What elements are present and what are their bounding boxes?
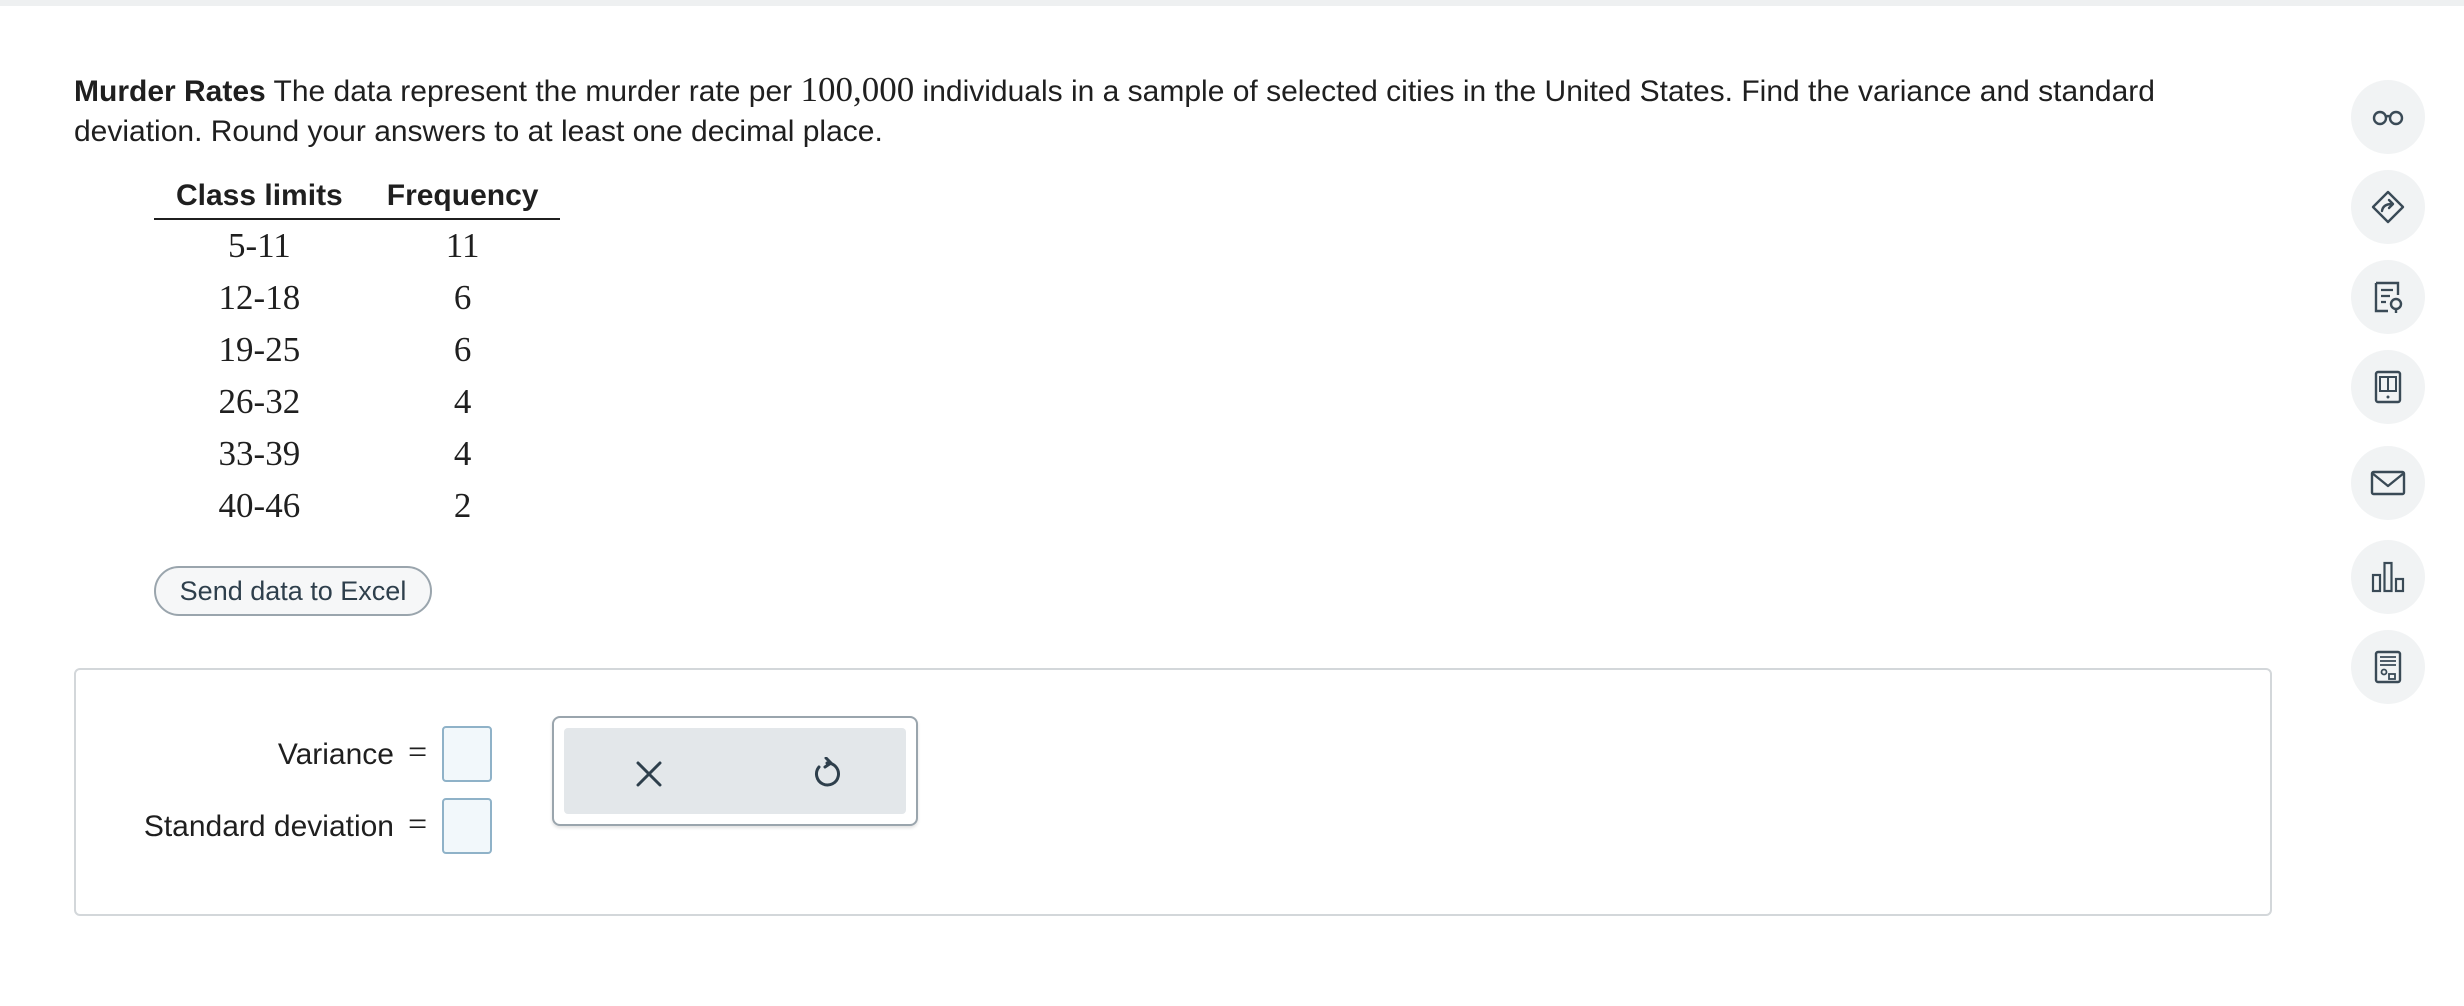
frequency-cell: 4 [453, 382, 472, 421]
header-class-limits: Class limits [154, 172, 365, 220]
variance-equals: = [408, 734, 428, 771]
answer-box: Variance = Standard deviation = [74, 668, 2272, 916]
question-text-before: The data represent the murder rate per [265, 75, 801, 108]
rail-button-bar-chart[interactable] [2351, 540, 2425, 614]
question-title: Murder Rates [74, 75, 266, 108]
send-to-excel-button[interactable]: Send data to Excel [154, 566, 432, 616]
table-row: 26-32 4 [154, 376, 560, 428]
glasses-icon [2372, 110, 2404, 126]
class-limits-cell: 5-11 [227, 226, 291, 265]
class-limits-cell: 40-46 [218, 486, 301, 525]
rail-button-calculator[interactable] [2351, 630, 2425, 704]
bar-chart-icon [2371, 561, 2405, 593]
rail-button-ebook[interactable] [2351, 350, 2425, 424]
table-row: 33-39 4 [154, 428, 560, 480]
table-row: 12-18 6 [154, 272, 560, 324]
edit-tag-icon [2371, 190, 2405, 224]
class-limits-cell: 33-39 [218, 434, 301, 473]
answer-tools-inner [564, 728, 906, 814]
ebook-icon [2374, 370, 2402, 404]
document-search-icon [2374, 281, 2403, 313]
header-frequency: Frequency [364, 172, 561, 220]
standard-deviation-label: Standard deviation [143, 810, 394, 843]
answer-tools-panel [552, 716, 918, 826]
top-bar [0, 0, 2464, 6]
standard-deviation-input[interactable] [442, 798, 492, 854]
frequency-cell: 2 [453, 486, 472, 525]
undo-button[interactable] [802, 749, 852, 799]
table-row: 5-11 11 [154, 219, 560, 272]
standard-deviation-equals: = [408, 806, 428, 843]
variance-input[interactable] [442, 726, 492, 782]
frequency-cell: 11 [445, 226, 480, 265]
frequency-cell: 6 [453, 278, 472, 317]
mail-icon [2370, 470, 2406, 496]
variance-label: Variance [277, 738, 394, 771]
clear-button[interactable] [624, 749, 674, 799]
x-icon [636, 761, 662, 787]
rail-button-glasses[interactable] [2351, 80, 2425, 154]
frequency-cell: 6 [453, 330, 472, 369]
frequency-table: Class limits Frequency 5-11 11 12-18 6 1… [154, 172, 561, 532]
class-limits-cell: 19-25 [218, 330, 301, 369]
table-row: 40-46 2 [154, 480, 560, 532]
rail-button-mail[interactable] [2351, 446, 2425, 520]
table-row: 19-25 6 [154, 324, 560, 376]
rail-button-edit-tag[interactable] [2351, 170, 2425, 244]
table-header-row: Class limits Frequency [154, 172, 561, 220]
class-limits-cell: 26-32 [218, 382, 301, 421]
undo-icon [815, 757, 840, 787]
question-text: Murder Rates The data represent the murd… [74, 70, 2234, 152]
class-limits-cell: 12-18 [218, 278, 301, 317]
question-number: 100,000 [800, 70, 915, 109]
frequency-cell: 4 [453, 434, 472, 473]
rail-button-document-search[interactable] [2351, 260, 2425, 334]
calculator-icon [2374, 650, 2402, 684]
